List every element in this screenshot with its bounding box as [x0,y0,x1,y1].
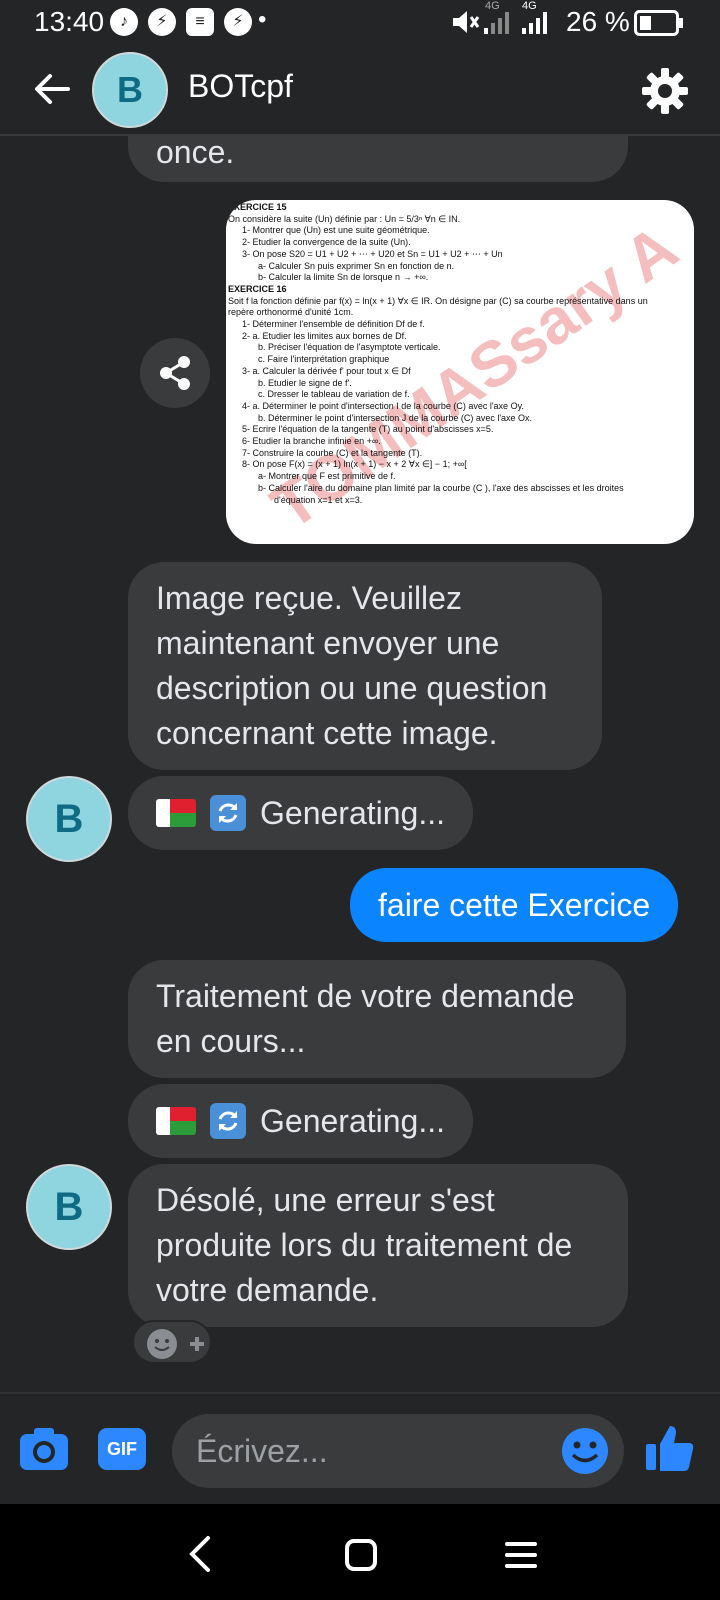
madagascar-flag-icon [156,799,196,827]
status-time: 13:40 [34,6,105,37]
chat-header: B BOTcpf [0,44,720,136]
bot-message-error: Désolé, une erreur s'est produite lors d… [128,1164,628,1327]
refresh-icon [210,1103,246,1139]
exercise-line: 5- Ecrire l'équation de la tangente (T) … [242,424,494,435]
message-text: Image reçue. Veuillez maintenant envoyer… [156,580,548,751]
exercise-line: 1- Montrer que (Un) est une suite géomét… [242,225,430,236]
exercise-line: 7- Construire la courbe (C) et la tangen… [242,447,423,458]
user-message: faire cette Exercice [350,868,679,942]
news-notification-icon: ≡ [186,8,214,36]
message-text: Désolé, une erreur s'est produite lors d… [156,1182,573,1308]
image-message[interactable]: TOMMASsary A EXERCICE 15 On considère la… [226,200,694,544]
status-bar: 13:40 ♪ ⚡ ≡ ⚡ • 4G 4G 26 % [0,0,720,44]
bot-message-image-received: Image reçue. Veuillez maintenant envoyer… [128,562,602,770]
nav-back-icon[interactable] [186,1534,214,1574]
bot-message-processing: Traitement de votre demande en cours... [128,960,626,1078]
exercise-line: a- Calculer Sn puis exprimer Sn en fonct… [258,260,455,271]
exercise-line: 1- Déterminer l'ensemble de définition D… [242,319,425,330]
camera-icon[interactable] [18,1426,70,1472]
exercise-line: 8- On pose F(x) = (x + 1) ln(x + 1) − x … [242,459,467,470]
exercise-line: On considère la suite (Un) définie par :… [228,213,461,224]
tiktok-notification-icon: ♪ [110,8,138,36]
exercise-sheet: EXERCICE 15 On considère la suite (Un) d… [228,202,692,506]
messenger-notification-icon-2: ⚡ [224,8,252,36]
exercise-16-title: EXERCICE 16 [228,283,287,294]
system-nav-bar [0,1504,720,1600]
message-text: faire cette Exercice [378,887,651,923]
bot-message-generating-2: Generating... [128,1084,473,1158]
more-notifications-dot: • [258,6,267,33]
exercise-line: 2- Etudier la convergence de la suite (U… [242,237,411,248]
message-text: once. [156,134,235,170]
exercise-line: b. Etudier le signe de f'. [258,377,352,388]
exercise-line: d'équation x=1 et x=3. [274,494,363,505]
exercise-line: b- Calculer l'aire du domaine plan limit… [258,482,624,493]
exercise-line: 3- a. Calculer la dérivée f' pour tout x… [242,365,411,376]
bot-avatar[interactable]: B [26,776,112,862]
nav-menu-icon[interactable] [504,1540,538,1570]
refresh-icon [210,795,246,831]
add-reaction-button[interactable] [132,1320,212,1364]
battery-percent: 26 % [566,6,630,37]
signal-icon-2 [522,12,547,34]
network-type-2: 4G [522,0,537,12]
exercise-line: c. Faire l'interprétation graphique [258,354,390,365]
add-reaction-icon [147,1329,204,1359]
share-button[interactable] [140,338,210,408]
exercise-line: 2- a. Etudier les limites aux bornes de … [242,330,407,341]
exercise-line: repère orthonormé d'unité 1cm. [228,307,354,318]
settings-gear-icon[interactable] [640,66,690,116]
exercise-line: b. Préciser l'équation de l'asymptote ve… [258,342,441,353]
back-arrow-icon[interactable] [28,64,78,114]
chat-title[interactable]: BOTcpf [188,68,293,105]
battery-icon [634,10,683,36]
message-input[interactable]: Écrivez... [172,1414,624,1488]
exercise-line: b- Calculer la limite Sn de lorsque n → … [258,272,429,283]
composer-bar: GIF Écrivez... [0,1392,720,1504]
exercise-line: 3- On pose S20 = U1 + U2 + ⋯ + U20 et Sn… [242,248,503,259]
exercise-line: c. Dresser le tableau de variation de f. [258,389,410,400]
exercise-line: 6- Etudier la branche infinie en +∞. [242,436,381,447]
gif-button[interactable]: GIF [98,1428,146,1470]
messenger-notification-icon: ⚡ [148,8,176,36]
network-type-1: 4G [485,0,500,12]
emoji-icon[interactable] [560,1426,610,1476]
exercise-line: Soit f la fonction définie par f(x) = ln… [228,295,648,306]
madagascar-flag-icon [156,1107,196,1135]
message-input-placeholder: Écrivez... [196,1433,328,1469]
signal-icon-1 [484,12,509,34]
bot-message-generating-1: Generating... [128,776,473,850]
exercise-line: 4- a. Déterminer le point d'intersection… [242,400,524,411]
exercise-15-title: EXERCICE 15 [228,202,287,212]
gif-label: GIF [107,1439,137,1459]
share-icon [160,356,190,390]
message-text: Traitement de votre demande en cours... [156,978,575,1059]
bot-avatar[interactable]: B [26,1164,112,1250]
mute-icon [453,11,480,33]
message-text: Generating... [260,1102,445,1139]
nav-home-icon[interactable] [344,1538,378,1572]
thumbs-up-icon[interactable] [644,1422,696,1474]
exercise-line: a- Montrer que F est primitive de f. [258,471,396,482]
exercise-line: b. Déterminer le point d'intersection J … [258,412,533,423]
message-text: Generating... [260,794,445,831]
header-avatar[interactable]: B [92,52,168,128]
